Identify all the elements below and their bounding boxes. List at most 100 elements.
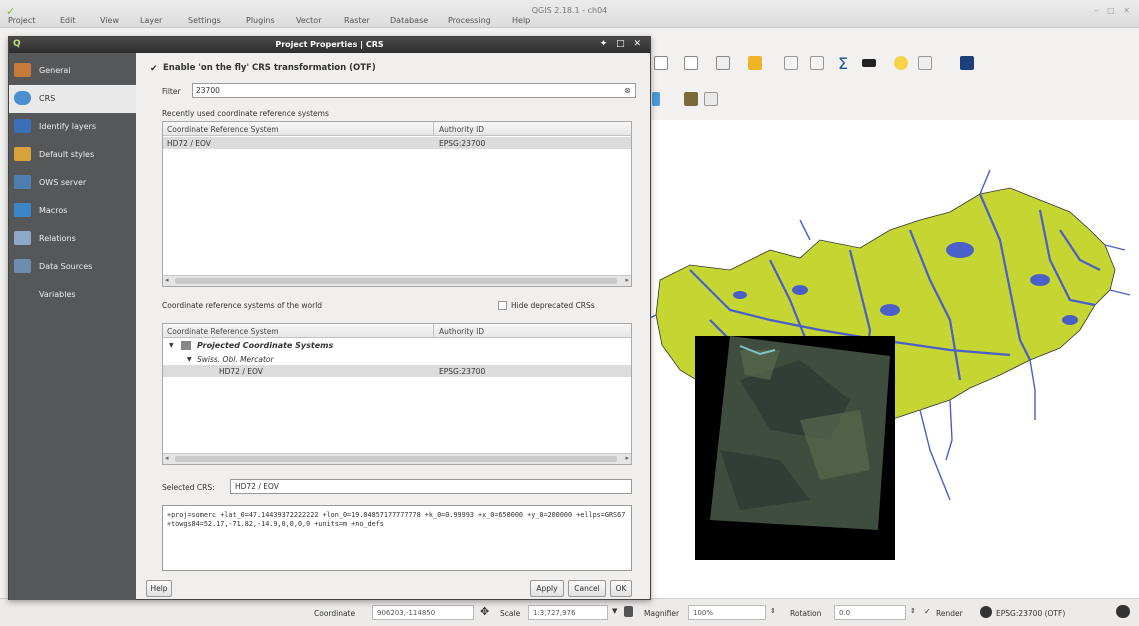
menu-help[interactable]: Help <box>512 16 530 25</box>
zoom-icon[interactable] <box>654 56 668 70</box>
scroll-left-icon[interactable]: ◂ <box>165 454 169 462</box>
scale-combo[interactable]: 1:3,727,976 <box>528 605 608 620</box>
grid-icon[interactable] <box>704 92 718 106</box>
sidebar-item-macros[interactable]: Macros <box>9 197 136 225</box>
world-crs-tree: Coordinate Reference System Authority ID… <box>162 323 632 465</box>
measure-icon[interactable] <box>862 59 876 67</box>
tooltip-icon[interactable] <box>894 56 908 70</box>
sidebar-item-data-sources[interactable]: Data Sources <box>9 253 136 281</box>
dialog-sidebar: General CRS Identify layers Default styles O… <box>9 53 136 600</box>
toolbar-second <box>650 88 1139 110</box>
otf-checkbox[interactable]: ✔ Enable 'on the fly' CRS transformation … <box>150 63 376 75</box>
magnifier-spinbox[interactable]: 100% <box>688 605 766 620</box>
plugin-icon[interactable] <box>684 92 698 106</box>
world-col-crs[interactable]: Coordinate Reference System <box>167 327 279 336</box>
coordinate-field[interactable]: 906203,-114850 <box>372 605 474 620</box>
statusbar: Coordinate 906203,-114850 ✥ Scale 1:3,72… <box>0 598 1139 626</box>
menu-vector[interactable]: Vector <box>296 16 322 25</box>
rotation-spinbox[interactable]: 0.0 <box>834 605 906 620</box>
tree-subgroup-mercator[interactable]: ▼ Swiss. Obl. Mercator <box>163 353 631 365</box>
recent-hscrollbar[interactable]: ◂ ▸ <box>163 275 631 286</box>
project-properties-dialog: Q Project Properties | CRS ✦ □ ✕ General… <box>8 36 651 600</box>
messages-icon[interactable] <box>1116 605 1130 618</box>
sum-icon[interactable]: Σ <box>838 54 848 73</box>
sidebar-item-label: Identify layers <box>39 122 96 131</box>
dialog-title: Project Properties | CRS <box>275 40 384 49</box>
globe-icon <box>14 91 31 105</box>
sidebar-item-crs[interactable]: CRS <box>9 85 136 113</box>
menu-settings[interactable]: Settings <box>188 16 221 25</box>
magnifier-spin-icon[interactable]: ⇕ <box>770 607 776 615</box>
scale-lock-icon[interactable] <box>624 606 633 617</box>
otf-label: Enable 'on the fly' CRS transformation (… <box>163 63 376 73</box>
identify-features-icon[interactable] <box>716 56 730 70</box>
table-row[interactable]: HD72 / EOV EPSG:23700 <box>163 137 631 149</box>
crs-page: ✔ Enable 'on the fly' CRS transformation … <box>136 53 650 600</box>
dialog-window-controls[interactable]: ✦ □ ✕ <box>600 39 644 49</box>
clear-filter-icon[interactable]: ⊗ <box>624 86 631 95</box>
sidebar-item-label: Relations <box>39 234 76 243</box>
styles-icon <box>14 147 31 161</box>
sidebar-item-general[interactable]: General <box>9 57 136 85</box>
map-canvas[interactable] <box>644 120 1139 598</box>
sidebar-item-variables[interactable]: Variables <box>9 281 136 309</box>
scroll-left-icon[interactable]: ◂ <box>165 276 169 284</box>
apply-button[interactable]: Apply <box>530 580 564 597</box>
menu-plugins[interactable]: Plugins <box>246 16 275 25</box>
menu-project[interactable]: Project <box>8 16 35 25</box>
tree-group-projected[interactable]: ▼ Projected Coordinate Systems <box>163 339 631 353</box>
book-icon[interactable] <box>960 56 974 70</box>
proj4-definition[interactable]: +proj=somerc +lat_0=47.14439372222222 +l… <box>162 505 632 571</box>
table-icon[interactable] <box>784 56 798 70</box>
table-row[interactable]: HD72 / EOV EPSG:23700 <box>163 365 631 377</box>
menu-raster[interactable]: Raster <box>344 16 370 25</box>
calculator-icon[interactable] <box>810 56 824 70</box>
selected-crs-field[interactable]: HD72 / EOV <box>230 479 632 494</box>
expand-arrow-icon[interactable]: ▼ <box>187 356 192 363</box>
scale-dropdown-icon[interactable]: ▼ <box>612 607 617 615</box>
filter-input[interactable] <box>192 83 636 98</box>
magnifier-label: Magnifier <box>644 609 680 618</box>
hide-deprecated-box <box>498 301 507 310</box>
menu-processing[interactable]: Processing <box>448 16 491 25</box>
attribute-icon[interactable] <box>748 56 762 70</box>
world-hscrollbar[interactable]: ◂ ▸ <box>163 453 631 464</box>
crs-globe-icon[interactable] <box>980 606 992 618</box>
menu-view[interactable]: View <box>100 16 119 25</box>
scroll-right-icon[interactable]: ▸ <box>625 454 629 462</box>
render-checkbox[interactable]: ✓ <box>924 607 931 616</box>
crs-status-label[interactable]: EPSG:23700 (OTF) <box>996 609 1065 618</box>
scroll-right-icon[interactable]: ▸ <box>625 276 629 284</box>
layer-icon[interactable] <box>652 92 660 106</box>
cancel-button[interactable]: Cancel <box>568 580 606 597</box>
menubar: Project Edit View Layer Settings Plugins Vecto… <box>0 15 1139 29</box>
sidebar-item-relations[interactable]: Relations <box>9 225 136 253</box>
dialog-titlebar[interactable]: Q Project Properties | CRS ✦ □ ✕ <box>9 37 650 53</box>
expand-arrow-icon[interactable]: ▼ <box>169 342 174 349</box>
annotation-icon[interactable] <box>918 56 932 70</box>
hide-deprecated-checkbox[interactable]: Hide deprecated CRSs <box>498 301 595 310</box>
sidebar-item-identify-layers[interactable]: Identify layers <box>9 113 136 141</box>
world-row-crs: HD72 / EOV <box>219 367 263 376</box>
general-icon <box>14 63 31 77</box>
recent-row-crs: HD72 / EOV <box>167 139 211 148</box>
menu-database[interactable]: Database <box>390 16 428 25</box>
coordinate-toggle-icon[interactable]: ✥ <box>480 605 489 618</box>
sidebar-item-label: CRS <box>39 94 56 103</box>
menu-edit[interactable]: Edit <box>60 16 76 25</box>
rotation-spin-icon[interactable]: ⇕ <box>910 607 916 615</box>
recent-col-auth[interactable]: Authority ID <box>439 125 484 134</box>
subgroup-label: Swiss. Obl. Mercator <box>197 355 274 364</box>
world-col-auth[interactable]: Authority ID <box>439 327 484 336</box>
ok-button[interactable]: OK <box>610 580 632 597</box>
macros-icon <box>14 203 31 217</box>
select-icon[interactable] <box>684 56 698 70</box>
menu-layer[interactable]: Layer <box>140 16 162 25</box>
sidebar-item-default-styles[interactable]: Default styles <box>9 141 136 169</box>
map-svg <box>644 169 1131 560</box>
help-button[interactable]: Help <box>146 580 172 597</box>
window-controls[interactable]: – □ ✕ <box>1095 6 1133 15</box>
recent-col-crs[interactable]: Coordinate Reference System <box>167 125 279 134</box>
relations-icon <box>14 231 31 245</box>
sidebar-item-ows-server[interactable]: OWS server <box>9 169 136 197</box>
